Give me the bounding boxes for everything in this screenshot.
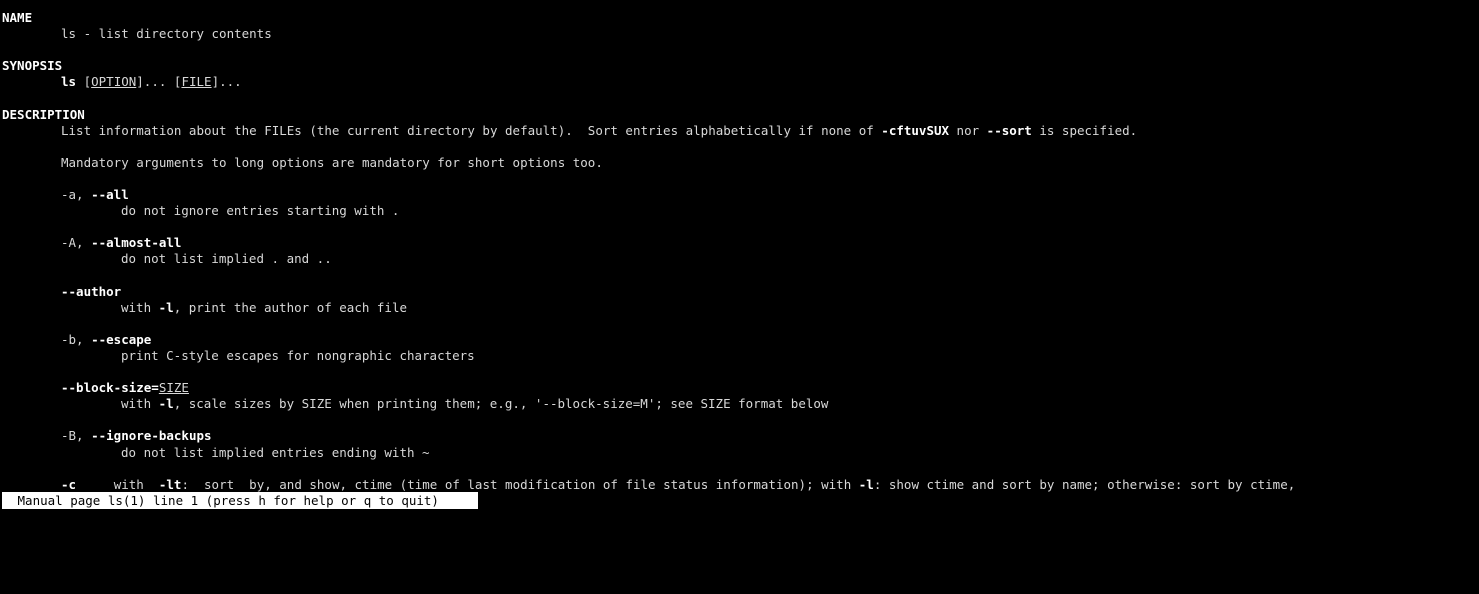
option-block-size: --block-size=SIZE xyxy=(0,380,1479,396)
option-all: -a, --all xyxy=(0,187,1479,203)
man-page-terminal[interactable]: NAME ls - list directory contents SYNOPS… xyxy=(0,10,1479,493)
description-flag: --sort xyxy=(986,122,1032,138)
pager-status-bar: Manual page ls(1) line 1 (press h for he… xyxy=(2,492,478,509)
synopsis-line: ls [OPTION]... [FILE]... xyxy=(0,74,1479,90)
synopsis-option-arg: OPTION xyxy=(91,74,137,90)
option-long: --all xyxy=(91,187,129,203)
option-desc-flag: -l xyxy=(158,396,174,412)
option-ignore-backups: -B, --ignore-backups xyxy=(0,428,1479,444)
option-long: --almost-all xyxy=(91,235,182,251)
option-long: --ignore-backups xyxy=(91,428,212,444)
synopsis-bracket: ]... xyxy=(136,74,174,90)
option-almost-all-description: do not list implied . and .. xyxy=(121,251,332,267)
name-text: ls - list directory contents xyxy=(61,26,272,42)
option-short: -a, xyxy=(61,187,92,203)
description-flag: -cftuvSUX xyxy=(881,122,950,138)
option-desc-text: , scale sizes by SIZE when printing them… xyxy=(173,396,829,412)
description-text-part: is specified. xyxy=(1031,122,1138,138)
option-short: -A, xyxy=(61,235,92,251)
synopsis-command: ls xyxy=(61,74,77,90)
option-flag: -c xyxy=(61,476,77,492)
synopsis-bracket: ]... xyxy=(211,74,242,90)
option-desc-flag: -l xyxy=(858,476,874,492)
description-heading: DESCRIPTION xyxy=(2,106,85,122)
option-desc-flag: -l xyxy=(158,299,174,315)
option-ignore-backups-description: do not list implied entries ending with … xyxy=(121,444,430,460)
option-author: --author xyxy=(0,284,1479,300)
option-desc-text: with xyxy=(121,396,159,412)
option-escape: -b, --escape xyxy=(0,332,1479,348)
synopsis-heading: SYNOPSIS xyxy=(2,58,63,74)
description-mandatory-note: Mandatory arguments to long options are … xyxy=(61,154,603,170)
synopsis-bracket: [ xyxy=(83,74,92,90)
option-long: --block-size= xyxy=(61,380,159,396)
option-long: --escape xyxy=(91,331,152,347)
option-almost-all: -A, --almost-all xyxy=(0,235,1479,251)
description-text: List information about the FILEs (the cu… xyxy=(0,123,1479,139)
option-desc-flag: -lt xyxy=(158,476,182,492)
description-text-part: List information about the FILEs (the cu… xyxy=(61,122,882,138)
option-all-description: do not ignore entries starting with . xyxy=(121,203,400,219)
option-escape-description: print C-style escapes for nongraphic cha… xyxy=(121,347,475,363)
option-long: --author xyxy=(61,283,122,299)
option-author-description: with -l, print the author of each file xyxy=(0,300,1479,316)
option-desc-text: : show ctime and sort by name; otherwise… xyxy=(873,476,1296,492)
option-block-size-description: with -l, scale sizes by SIZE when printi… xyxy=(0,396,1479,412)
option-short: -b, xyxy=(61,331,92,347)
option-c: -c with -lt: sort by, and show, ctime (t… xyxy=(0,477,1479,493)
option-desc-text: with xyxy=(121,299,159,315)
description-text-part: nor xyxy=(949,122,987,138)
option-short: -B, xyxy=(61,428,92,444)
option-desc-text: with xyxy=(76,476,159,492)
option-desc-text: , print the author of each file xyxy=(173,299,407,315)
option-desc-text: : sort by, and show, ctime (time of last… xyxy=(181,476,859,492)
name-heading: NAME xyxy=(2,10,33,25)
option-arg: SIZE xyxy=(158,380,189,396)
synopsis-file-arg: FILE xyxy=(181,74,212,90)
